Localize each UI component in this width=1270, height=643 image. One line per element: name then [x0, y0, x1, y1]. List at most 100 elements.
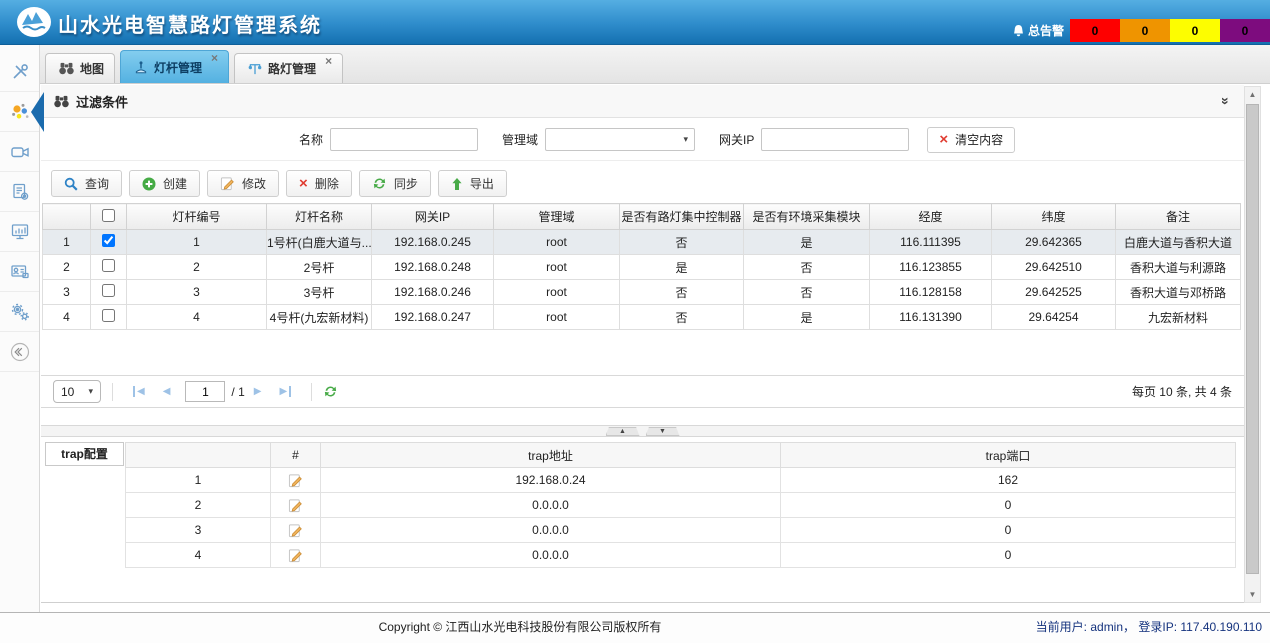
cell: root — [494, 230, 620, 255]
select-all-checkbox[interactable] — [102, 209, 115, 222]
tab-street-light-management[interactable]: 路灯管理 × — [234, 53, 343, 83]
col-header: 灯杆名称 — [267, 204, 372, 230]
cell: 是 — [620, 255, 744, 280]
table-header-row: 灯杆编号 灯杆名称 网关IP 管理域 是否有路灯集中控制器 是否有环境采集模块 … — [43, 204, 1241, 230]
row-seq: 3 — [43, 280, 91, 305]
row-seq: 1 — [43, 230, 91, 255]
edit-pencil-icon[interactable] — [271, 523, 320, 538]
next-page-button[interactable]: ▶ — [254, 386, 262, 397]
button-label: 导出 — [470, 175, 494, 192]
modify-button[interactable]: 修改 — [207, 170, 279, 197]
sidebar-item-maintenance[interactable] — [0, 52, 39, 92]
sidebar-item-monitoring[interactable] — [0, 212, 39, 252]
tab-close-icon[interactable]: × — [211, 51, 218, 65]
first-page-button[interactable]: ◀ — [133, 386, 145, 397]
scroll-down-arrow-icon[interactable]: ▼ — [1245, 587, 1260, 602]
cell: 116.111395 — [870, 230, 992, 255]
trap-address: 0.0.0.0 — [321, 493, 781, 518]
trap-port: 0 — [781, 518, 1236, 543]
panel-splitter[interactable]: ▲ ▼ — [41, 425, 1244, 437]
table-row[interactable]: 3 3 3号杆 192.168.0.246 root 否 否 116.12815… — [43, 280, 1241, 305]
button-label: 查询 — [85, 175, 109, 192]
delete-button[interactable]: × 删除 — [286, 170, 352, 197]
edit-pencil-icon[interactable] — [271, 473, 320, 488]
tools-icon — [10, 62, 30, 82]
query-button[interactable]: 查询 — [51, 170, 122, 197]
sidebar-item-reports[interactable] — [0, 172, 39, 212]
table-row[interactable]: 4 4 4号杆(九宏新材料) 192.168.0.247 root 否 是 11… — [43, 305, 1241, 330]
row-checkbox-3[interactable] — [102, 309, 115, 322]
alarm-badge-major[interactable]: 0 — [1120, 19, 1170, 42]
clear-content-button[interactable]: × 清空内容 — [927, 127, 1015, 153]
collapse-chevrons-icon[interactable]: » — [1218, 97, 1234, 105]
edit-pencil-icon[interactable] — [271, 498, 320, 513]
cell: 香积大道与利源路 — [1116, 255, 1241, 280]
cell: 192.168.0.248 — [372, 255, 494, 280]
delete-x-icon: × — [299, 176, 308, 191]
create-button[interactable]: 创建 — [129, 170, 200, 197]
sidebar-collapse-button[interactable] — [0, 332, 39, 372]
camera-icon — [10, 142, 30, 162]
table-row[interactable]: 1 1 1号杆(白鹿大道与... 192.168.0.245 root 否 是 … — [43, 230, 1241, 255]
refresh-icon[interactable] — [323, 384, 338, 399]
gateway-ip-input[interactable] — [761, 128, 909, 151]
splitter-up-button[interactable]: ▲ — [606, 427, 640, 436]
trap-row[interactable]: 3 0.0.0.0 0 — [126, 518, 1236, 543]
trap-port: 162 — [781, 468, 1236, 493]
row-checkbox-2[interactable] — [102, 284, 115, 297]
tab-close-icon[interactable]: × — [325, 54, 332, 68]
name-input[interactable] — [330, 128, 478, 151]
cell: 白鹿大道与香积大道 — [1116, 230, 1241, 255]
copyright-text: Copyright © 江西山水光电科技股份有限公司版权所有 — [0, 613, 1040, 642]
lamp-pole-table: 灯杆编号 灯杆名称 网关IP 管理域 是否有路灯集中控制器 是否有环境采集模块 … — [42, 203, 1241, 330]
chevron-down-icon: ▾ — [88, 386, 93, 397]
alarm-area: 总告警 0 0 0 0 — [1012, 19, 1270, 42]
sidebar-item-video[interactable] — [0, 132, 39, 172]
trap-row[interactable]: 4 0.0.0.0 0 — [126, 543, 1236, 568]
gears-icon — [10, 302, 30, 322]
trap-address: 0.0.0.0 — [321, 518, 781, 543]
scroll-up-arrow-icon[interactable]: ▲ — [1245, 87, 1260, 102]
vertical-scrollbar[interactable]: ▲ ▼ — [1244, 86, 1261, 603]
last-page-button[interactable]: ▶ — [279, 386, 291, 397]
sidebar-item-accounts[interactable] — [0, 252, 39, 292]
sidebar-item-settings[interactable] — [0, 292, 39, 332]
alarm-badge-minor[interactable]: 0 — [1170, 19, 1220, 42]
col-header: 备注 — [1116, 204, 1241, 230]
domain-select[interactable]: ▾ — [545, 128, 695, 151]
clear-button-label: 清空内容 — [955, 131, 1003, 148]
row-checkbox-0[interactable] — [102, 234, 115, 247]
prev-page-button[interactable]: ◀ — [163, 386, 171, 397]
row-checkbox-cell — [91, 305, 127, 330]
export-button[interactable]: 导出 — [438, 170, 507, 197]
trap-address: 192.168.0.24 — [321, 468, 781, 493]
monitor-chart-icon — [10, 222, 30, 242]
tab-lamp-pole-management[interactable]: 灯杆管理 × — [120, 50, 229, 83]
button-label: 修改 — [242, 175, 266, 192]
splitter-down-button[interactable]: ▼ — [646, 427, 680, 436]
topology-icon — [10, 102, 30, 122]
trap-row[interactable]: 2 0.0.0.0 0 — [126, 493, 1236, 518]
sync-button[interactable]: 同步 — [359, 170, 431, 197]
trap-table: # trap地址 trap端口 1 192.168.0.24 162 2 0.0… — [125, 442, 1236, 568]
scrollbar-thumb[interactable] — [1246, 104, 1259, 574]
cell: 4 — [127, 305, 267, 330]
alarm-badge-warning[interactable]: 0 — [1220, 19, 1270, 42]
trap-row[interactable]: 1 192.168.0.24 162 — [126, 468, 1236, 493]
page-number-input[interactable] — [185, 381, 225, 402]
trap-edit-cell — [271, 543, 321, 568]
cell: 2号杆 — [267, 255, 372, 280]
table-row[interactable]: 2 2 2号杆 192.168.0.248 root 是 否 116.12385… — [43, 255, 1241, 280]
row-checkbox-1[interactable] — [102, 259, 115, 272]
button-label: 创建 — [163, 175, 187, 192]
row-seq: 4 — [43, 305, 91, 330]
chevron-down-icon: ▾ — [684, 134, 689, 145]
add-icon — [142, 177, 156, 191]
trap-config-tab[interactable]: trap配置 — [45, 442, 124, 466]
edit-pencil-icon[interactable] — [271, 548, 320, 563]
alarm-badge-critical[interactable]: 0 — [1070, 19, 1120, 42]
tab-map[interactable]: 地图 — [45, 53, 115, 83]
cell: 29.64254 — [992, 305, 1116, 330]
page-size-select[interactable]: 10 ▾ — [53, 380, 101, 403]
col-header: 管理域 — [494, 204, 620, 230]
